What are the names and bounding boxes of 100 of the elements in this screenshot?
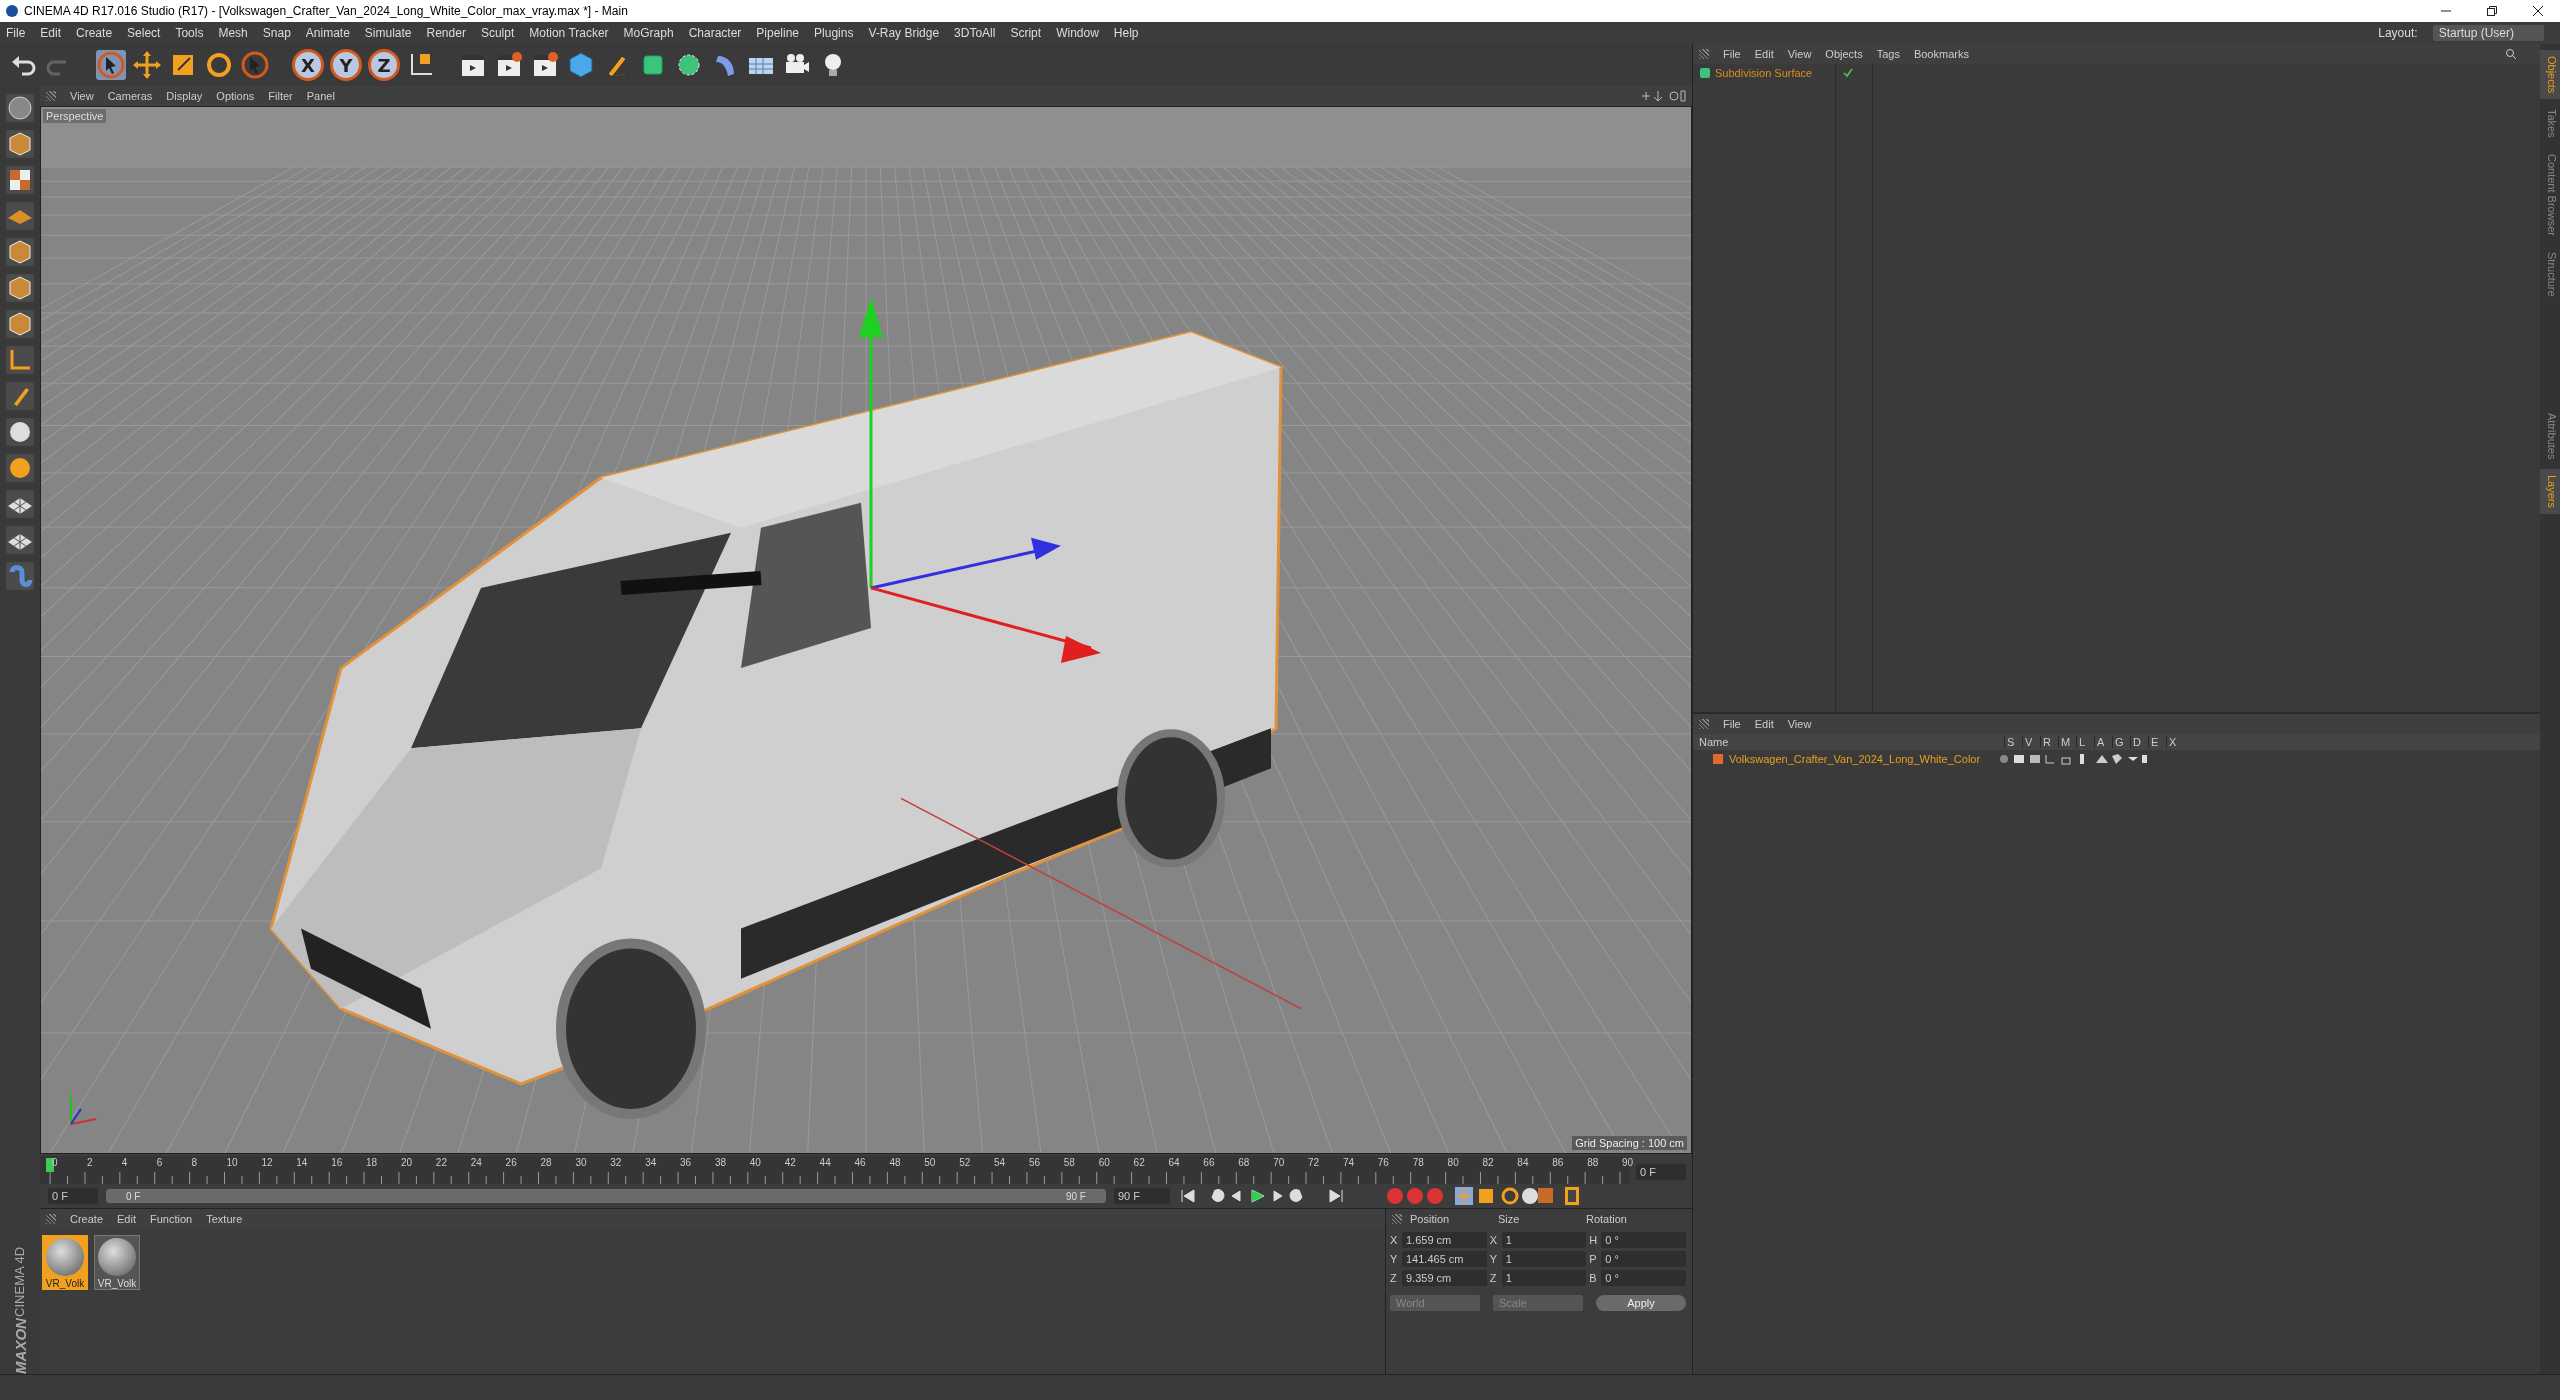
material-swatch[interactable]: VR_Volk xyxy=(94,1235,140,1290)
viewport-navigation-icon[interactable] xyxy=(1640,90,1686,102)
sphere-icon[interactable] xyxy=(6,94,34,122)
keyframe-mode-icon[interactable] xyxy=(1453,1186,1554,1206)
layers-menu-item[interactable]: File xyxy=(1723,718,1741,730)
position-field[interactable]: 141.465 cm xyxy=(1402,1251,1487,1267)
checker-icon[interactable] xyxy=(6,166,34,194)
material-swatch[interactable]: VR_Volk xyxy=(42,1235,88,1290)
current-frame-field[interactable]: 0 F xyxy=(1636,1164,1686,1180)
objects-menu-item[interactable]: Objects xyxy=(1825,48,1863,60)
panel-grip-icon[interactable] xyxy=(46,1214,56,1224)
viewport-menu-item[interactable]: Display xyxy=(166,90,203,102)
frame-number: 48 xyxy=(889,1157,901,1168)
frame-number: 58 xyxy=(1063,1157,1075,1168)
panel-grip-icon[interactable] xyxy=(1699,49,1709,59)
menu-item[interactable]: Mesh xyxy=(218,26,248,40)
objects-menu-item[interactable]: File xyxy=(1723,48,1741,60)
axis-lock-button[interactable]: Z xyxy=(368,49,400,81)
viewport-menu-item[interactable]: Options xyxy=(216,90,255,102)
rotation-field[interactable]: 0 ° xyxy=(1601,1251,1686,1267)
cursor-icon[interactable] xyxy=(240,50,270,80)
menu-item[interactable]: Create xyxy=(76,26,113,40)
menu-item[interactable]: Motion Tracker xyxy=(529,26,609,40)
objects-menu-item[interactable]: View xyxy=(1787,48,1812,60)
side-tab[interactable]: Objects xyxy=(2540,50,2560,100)
rotation-field[interactable]: 0 ° xyxy=(1601,1270,1686,1286)
frame-range-track[interactable]: 0 F 90 F xyxy=(105,1189,1106,1203)
side-tab[interactable]: Takes xyxy=(2540,103,2560,145)
cube-icon[interactable] xyxy=(6,274,34,302)
cursor-icon[interactable] xyxy=(96,50,126,80)
end-frame-field[interactable]: 90 F xyxy=(1113,1188,1170,1204)
material-menu-item[interactable]: Function xyxy=(150,1213,193,1225)
menu-item[interactable]: 3DToAll xyxy=(954,26,996,40)
layers-menu-item[interactable]: Edit xyxy=(1754,718,1774,730)
menu-item[interactable]: Snap xyxy=(262,26,291,40)
axis-lock-button[interactable]: X xyxy=(292,49,324,81)
menu-item[interactable]: Tools xyxy=(175,26,204,40)
panel-grip-icon[interactable] xyxy=(46,91,56,101)
menu-item[interactable]: Sculpt xyxy=(480,26,515,40)
3d-viewport[interactable]: Perspective Grid Spacing : 100 cm xyxy=(40,106,1692,1154)
viewport-menu-item[interactable]: View xyxy=(70,90,94,102)
side-tab[interactable]: Content Browser xyxy=(2540,148,2560,242)
cube-icon[interactable] xyxy=(6,238,34,266)
viewport-menu-item[interactable]: Filter xyxy=(268,90,293,102)
material-menu-item[interactable]: Create xyxy=(70,1213,104,1225)
viewport-menu-item[interactable]: Cameras xyxy=(107,90,153,102)
size-field[interactable]: 1 xyxy=(1501,1270,1587,1286)
menu-item[interactable]: Render xyxy=(426,26,466,40)
restore-icon[interactable] xyxy=(2486,5,2498,17)
menu-item[interactable]: Pipeline xyxy=(756,26,800,40)
side-tab[interactable]: Attributes xyxy=(2540,406,2560,465)
layer-name[interactable]: Volkswagen_Crafter_Van_2024_Long_White_Color xyxy=(1729,753,1992,765)
menu-item[interactable]: Script xyxy=(1010,26,1042,40)
axis-lock-button[interactable]: Y xyxy=(330,49,362,81)
menu-item[interactable]: Select xyxy=(127,26,161,40)
layout-dropdown[interactable]: Startup (User) xyxy=(2432,25,2544,41)
objects-menu-item[interactable]: Edit xyxy=(1754,48,1774,60)
plane-icon[interactable] xyxy=(6,202,34,230)
playhead-marker[interactable] xyxy=(46,1158,55,1172)
viewport-menu-item[interactable]: Panel xyxy=(306,90,335,102)
enabled-check-icon[interactable] xyxy=(1842,67,1854,79)
side-tab[interactable]: Layers xyxy=(2540,468,2560,514)
apply-button[interactable]: Apply xyxy=(1596,1295,1686,1311)
layers-menu-item[interactable]: View xyxy=(1787,718,1812,730)
rotate-icon[interactable] xyxy=(204,50,234,80)
close-icon[interactable] xyxy=(2532,5,2544,17)
menu-item[interactable]: Window xyxy=(1056,26,1099,40)
position-field[interactable]: 9.359 cm xyxy=(1402,1270,1487,1286)
material-menu-item[interactable]: Edit xyxy=(117,1213,136,1225)
size-field[interactable]: 1 xyxy=(1501,1251,1587,1267)
menu-item[interactable]: V-Ray Bridge xyxy=(868,26,940,40)
cube-icon[interactable] xyxy=(6,310,34,338)
side-tab[interactable]: Structure xyxy=(2540,246,2560,303)
menu-item[interactable]: Animate xyxy=(305,26,350,40)
cube-icon[interactable] xyxy=(6,130,34,158)
snake-icon[interactable] xyxy=(6,562,34,590)
angle-icon[interactable] xyxy=(6,346,34,374)
menu-item[interactable]: Character xyxy=(688,26,742,40)
menu-item[interactable]: Edit xyxy=(40,26,62,40)
move-icon[interactable] xyxy=(132,50,162,80)
grid-icon[interactable] xyxy=(6,490,34,518)
cube-icon[interactable] xyxy=(566,50,596,80)
object-name[interactable]: Subdivision Surface xyxy=(1715,67,1813,79)
material-menu-item[interactable]: Texture xyxy=(206,1213,243,1225)
timeline-ruler[interactable]: 0 2 4 6 8 10 12 14 16 18 20 22 24 26 28 30 32 34 36 38 40 42 44 46 48 50 52 54 56 58 60 62 64 66 68 70 72 74 76 78 80 82 84 86 88 90 xyxy=(40,1156,1631,1184)
menu-item[interactable]: Help xyxy=(1113,26,1139,40)
objects-menu-item[interactable]: Tags xyxy=(1876,48,1900,60)
layer-toggles-icon[interactable] xyxy=(1998,753,2148,765)
menu-item[interactable]: Plugins xyxy=(814,26,854,40)
size-field[interactable]: 1 xyxy=(1501,1232,1587,1248)
panel-grip-icon[interactable] xyxy=(1392,1214,1402,1224)
menu-item[interactable]: MoGraph xyxy=(623,26,674,40)
menu-item[interactable]: File xyxy=(6,26,26,40)
panel-grip-icon[interactable] xyxy=(1699,719,1709,729)
rotation-field[interactable]: 0 ° xyxy=(1601,1232,1686,1248)
start-frame-field[interactable]: 0 F xyxy=(48,1188,98,1204)
menu-item[interactable]: Simulate xyxy=(364,26,412,40)
position-field[interactable]: 1.659 cm xyxy=(1402,1232,1487,1248)
objects-menu-item[interactable]: Bookmarks xyxy=(1913,48,1969,60)
grid-icon[interactable] xyxy=(6,526,34,554)
